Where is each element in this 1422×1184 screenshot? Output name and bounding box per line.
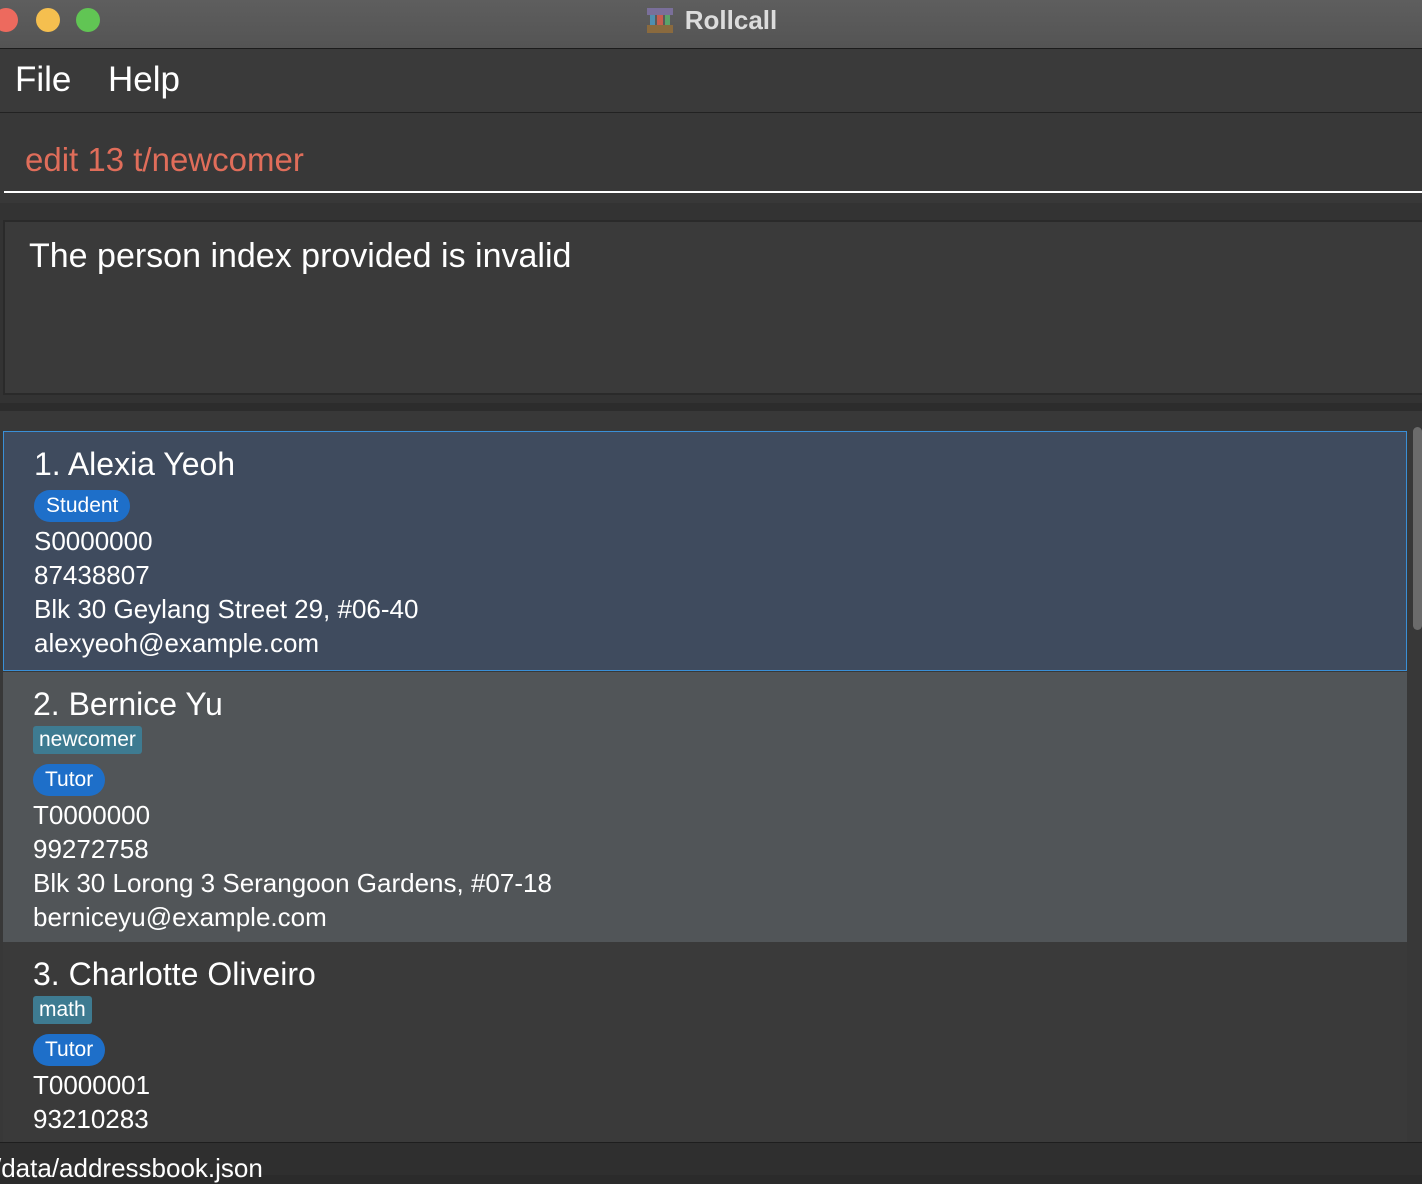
- person-card[interactable]: 1. Alexia Yeoh Student S0000000 87438807…: [3, 431, 1407, 671]
- person-phone: 93210283: [33, 1104, 149, 1134]
- person-address: Blk 30 Lorong 3 Serangoon Gardens, #07-1…: [33, 868, 552, 898]
- menu-bar: File Help: [0, 49, 1422, 113]
- menu-file[interactable]: File: [15, 60, 71, 100]
- rollcall-app-icon: [645, 5, 675, 35]
- person-name: 3. Charlotte Oliveiro: [33, 956, 316, 992]
- person-id: S0000000: [34, 526, 153, 556]
- tag-badge: newcomer: [33, 726, 142, 754]
- window-title: Rollcall: [684, 4, 778, 35]
- person-id: T0000000: [33, 800, 151, 830]
- role-badge: Tutor: [33, 764, 106, 796]
- tag-badge: math: [33, 996, 92, 1024]
- person-name: 2. Bernice Yu: [33, 686, 223, 722]
- status-bar: /data/addressbook.json: [0, 1142, 1422, 1183]
- command-input[interactable]: edit 13 t/newcomer: [4, 113, 1422, 193]
- result-display[interactable]: The person index provided is invalid: [3, 220, 1422, 395]
- role-badge: Student: [34, 490, 131, 522]
- window-title-group: Rollcall: [0, 0, 1422, 40]
- person-email: alexyeoh@example.com: [34, 628, 320, 658]
- person-card[interactable]: 3. Charlotte Oliveiro math Tutor T000000…: [3, 942, 1407, 1142]
- title-bar: Rollcall: [0, 0, 1422, 49]
- person-card[interactable]: 2. Bernice Yu newcomer Tutor T0000000 99…: [3, 672, 1407, 942]
- person-address: Blk 30 Geylang Street 29, #06-40: [34, 594, 419, 624]
- panel-divider[interactable]: [0, 403, 1422, 411]
- result-display-panel: The person index provided is invalid: [0, 203, 1422, 403]
- status-file-path: /data/addressbook.json: [0, 1153, 263, 1183]
- command-text[interactable]: edit 13 t/newcomer: [25, 141, 304, 179]
- person-email: berniceyu@example.com: [33, 902, 327, 932]
- list-scrollbar-thumb[interactable]: [1413, 427, 1422, 630]
- person-phone: 99272758: [33, 834, 149, 864]
- person-name: 1. Alexia Yeoh: [34, 446, 236, 482]
- person-phone: 87438807: [34, 560, 150, 590]
- role-badge: Tutor: [33, 1034, 106, 1066]
- result-message: The person index provided is invalid: [29, 237, 572, 275]
- menu-help[interactable]: Help: [108, 60, 180, 100]
- command-box: edit 13 t/newcomer: [0, 113, 1422, 203]
- person-id: T0000001: [33, 1070, 151, 1100]
- person-list[interactable]: 1. Alexia Yeoh Student S0000000 87438807…: [0, 411, 1422, 1142]
